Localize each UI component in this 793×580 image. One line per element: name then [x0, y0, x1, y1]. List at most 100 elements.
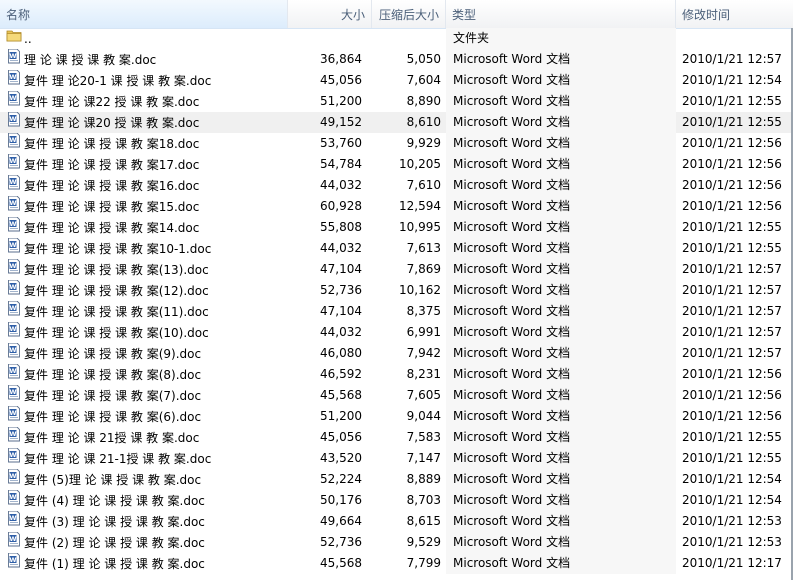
file-size: 44,032 — [320, 325, 362, 339]
file-row[interactable]: W 复件 理 论 课 21授 课 教 案.doc 45,056 7,583 Micros… — [0, 427, 793, 448]
file-size: 52,224 — [320, 472, 362, 486]
file-row[interactable]: W 复件 理 论 课20 授 课 教 案.doc 49,152 8,610 Micros… — [0, 112, 793, 133]
file-modified-date: 2010/1/21 12:57 — [682, 283, 782, 297]
file-compressed-size: 7,610 — [406, 178, 441, 192]
file-name: 复件 理 论 课 授 课 教 案(8).doc — [24, 368, 202, 382]
file-modified-date: 2010/1/21 12:55 — [682, 94, 782, 108]
file-compressed-size: 8,889 — [406, 472, 441, 486]
file-row[interactable]: W 复件 (5)理 论 课 授 课 教 案.doc 52,224 8,889 Micro… — [0, 469, 793, 490]
file-size: 36,864 — [320, 52, 362, 66]
file-type: Microsoft Word 文档 — [446, 196, 676, 217]
file-row[interactable]: W 复件 理 论 课 授 课 教 案10-1.doc 44,032 7,613 Micr… — [0, 238, 793, 259]
file-modified-date: 2010/1/21 12:56 — [682, 367, 782, 381]
file-size: 44,032 — [320, 241, 362, 255]
file-row[interactable]: W 复件 (1) 理 论 课 授 课 教 案.doc 45,568 7,799 Micr… — [0, 553, 793, 574]
file-size: 52,736 — [320, 283, 362, 297]
column-header-compressed-size[interactable]: 压缩后大小 — [372, 0, 446, 28]
file-compressed-size: 8,231 — [406, 367, 441, 381]
file-size: 60,928 — [320, 199, 362, 213]
column-header-size[interactable]: 大小 — [288, 0, 372, 28]
file-type: Microsoft Word 文档 — [446, 490, 676, 511]
file-row[interactable]: W 复件 理 论 课 授 课 教 案(6).doc 51,200 9,044 Micro… — [0, 406, 793, 427]
word-doc-icon: W — [6, 91, 22, 112]
file-compressed-size: 8,890 — [406, 94, 441, 108]
file-type: Microsoft Word 文档 — [446, 532, 676, 553]
file-row[interactable]: W 复件 理 论 课 授 课 教 案(7).doc 45,568 7,605 Micro… — [0, 385, 793, 406]
file-size: 47,104 — [320, 262, 362, 276]
file-type: Microsoft Word 文档 — [446, 322, 676, 343]
word-doc-icon: W — [6, 259, 22, 280]
file-name: 复件 理 论 课 授 课 教 案18.doc — [24, 137, 200, 151]
file-type: Microsoft Word 文档 — [446, 301, 676, 322]
file-row[interactable]: W 复件 理 论 课22 授 课 教 案.doc 51,200 8,890 Micros… — [0, 91, 793, 112]
file-size: 52,736 — [320, 535, 362, 549]
file-row[interactable]: W 复件 理 论20-1 课 授 课 教 案.doc 45,056 7,604 Micr… — [0, 70, 793, 91]
file-compressed-size: 7,583 — [406, 430, 441, 444]
file-row[interactable]: W 复件 (2) 理 论 课 授 课 教 案.doc 52,736 9,529 Micr… — [0, 532, 793, 553]
column-header-type[interactable]: 类型 — [446, 0, 676, 28]
word-doc-icon: W — [6, 133, 22, 154]
file-compressed-size: 8,610 — [406, 115, 441, 129]
svg-text:W: W — [9, 346, 16, 354]
column-header-modified[interactable]: 修改时间 — [676, 0, 793, 28]
word-doc-icon: W — [6, 364, 22, 385]
file-name-cell: W 复件 (1) 理 论 课 授 课 教 案.doc — [6, 553, 288, 574]
file-name: 复件 理 论 课 授 课 教 案15.doc — [24, 200, 200, 214]
file-row[interactable]: W 复件 (4) 理 论 课 授 课 教 案.doc 50,176 8,703 Micr… — [0, 490, 793, 511]
svg-text:W: W — [9, 199, 16, 207]
column-header-name[interactable]: 名称 — [0, 0, 288, 28]
svg-text:W: W — [9, 157, 16, 165]
word-doc-icon: W — [6, 217, 22, 238]
file-name-cell: W 复件 (5)理 论 课 授 课 教 案.doc — [6, 469, 288, 490]
file-type: Microsoft Word 文档 — [446, 259, 676, 280]
file-size: 53,760 — [320, 136, 362, 150]
file-compressed-size: 7,799 — [406, 556, 441, 570]
file-name: 复件 理 论 课 授 课 教 案16.doc — [24, 179, 200, 193]
file-row[interactable]: W 复件 理 论 课 授 课 教 案(9).doc 46,080 7,942 Micro… — [0, 343, 793, 364]
file-row[interactable]: W 复件 (3) 理 论 课 授 课 教 案.doc 49,664 8,615 Micr… — [0, 511, 793, 532]
file-name-cell: W 复件 理 论 课22 授 课 教 案.doc — [6, 91, 288, 112]
file-modified-date: 2010/1/21 12:57 — [682, 52, 782, 66]
svg-text:W: W — [9, 409, 16, 417]
file-row[interactable]: W 理 论 课 授 课 教 案.doc 36,864 5,050 Microsoft W… — [0, 49, 793, 70]
file-modified-date: 2010/1/21 12:57 — [682, 346, 782, 360]
file-compressed-size: 8,375 — [406, 304, 441, 318]
file-row[interactable]: W 复件 理 论 课 授 课 教 案(8).doc 46,592 8,231 Micro… — [0, 364, 793, 385]
file-type: Microsoft Word 文档 — [446, 406, 676, 427]
file-name-cell: W 复件 理 论 课 21-1授 课 教 案.doc — [6, 448, 288, 469]
file-name-cell: W 理 论 课 授 课 教 案.doc — [6, 49, 288, 70]
file-name: 复件 理 论 课 21授 课 教 案.doc — [24, 431, 200, 445]
file-modified-date: 2010/1/21 12:54 — [682, 472, 782, 486]
word-doc-icon: W — [6, 196, 22, 217]
file-modified-date: 2010/1/21 12:54 — [682, 493, 782, 507]
file-modified-date: 2010/1/21 12:55 — [682, 241, 782, 255]
file-row[interactable]: W 复件 理 论 课 授 课 教 案17.doc 54,784 10,205 Micro… — [0, 154, 793, 175]
file-compressed-size: 10,995 — [399, 220, 441, 234]
file-size: 45,056 — [320, 430, 362, 444]
file-name-cell: W 复件 理 论 课 21授 课 教 案.doc — [6, 427, 288, 448]
svg-text:W: W — [9, 514, 16, 522]
file-row[interactable]: W 复件 理 论 课 授 课 教 案(10).doc 44,032 6,991 Micr… — [0, 322, 793, 343]
file-row[interactable]: W 复件 理 论 课 授 课 教 案15.doc 60,928 12,594 Micro… — [0, 196, 793, 217]
svg-text:W: W — [9, 388, 16, 396]
file-row[interactable]: W 复件 理 论 课 21-1授 课 教 案.doc 43,520 7,147 Micr… — [0, 448, 793, 469]
file-row[interactable]: W 复件 理 论 课 授 课 教 案(12).doc 52,736 10,162 Mic… — [0, 280, 793, 301]
word-doc-icon: W — [6, 238, 22, 259]
file-row[interactable]: W 复件 理 论 课 授 课 教 案(11).doc 47,104 8,375 Micr… — [0, 301, 793, 322]
folder-icon — [6, 28, 22, 49]
file-type: Microsoft Word 文档 — [446, 385, 676, 406]
file-size: 51,200 — [320, 409, 362, 423]
file-row[interactable]: .. 文件夹 — [0, 28, 793, 49]
word-doc-icon: W — [6, 427, 22, 448]
file-type: Microsoft Word 文档 — [446, 469, 676, 490]
file-row[interactable]: W 复件 理 论 课 授 课 教 案14.doc 55,808 10,995 Micro… — [0, 217, 793, 238]
file-row[interactable]: W 复件 理 论 课 授 课 教 案(13).doc 47,104 7,869 Micr… — [0, 259, 793, 280]
svg-text:W: W — [9, 556, 16, 564]
file-row[interactable]: W 复件 理 论 课 授 课 教 案16.doc 44,032 7,610 Micros… — [0, 175, 793, 196]
svg-text:W: W — [9, 472, 16, 480]
file-name-cell: W 复件 理 论 课 授 课 教 案(9).doc — [6, 343, 288, 364]
word-doc-icon: W — [6, 553, 22, 574]
file-row[interactable]: W 复件 理 论 课 授 课 教 案18.doc 53,760 9,929 Micros… — [0, 133, 793, 154]
word-doc-icon: W — [6, 175, 22, 196]
word-doc-icon: W — [6, 70, 22, 91]
